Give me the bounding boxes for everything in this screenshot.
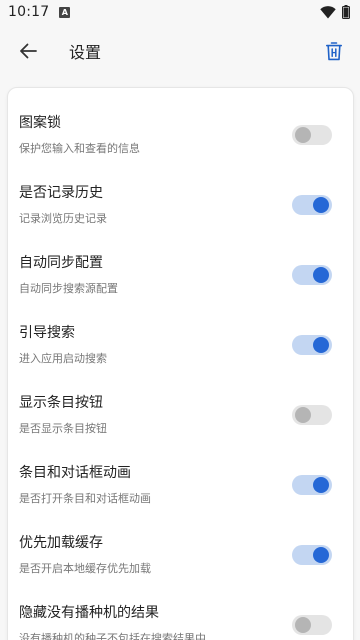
setting-title: 条目和对话框动画 [19, 465, 131, 481]
toggle-knob [313, 477, 329, 493]
page-title: 设置 [69, 43, 102, 62]
toggle-switch[interactable] [292, 545, 332, 565]
setting-description: 保护您输入和查看的信息 [19, 142, 140, 155]
toggle-switch[interactable] [292, 405, 332, 425]
setting-title: 显示条目按钮 [19, 395, 103, 411]
setting-item-hide-no-seeders[interactable]: 隐藏没有播种机的结果 没有播种机的种子不包括在搜索结果中 [8, 588, 353, 640]
toggle-knob [295, 407, 311, 423]
setting-description: 是否显示条目按钮 [19, 422, 107, 435]
setting-title: 隐藏没有播种机的结果 [19, 605, 159, 621]
toggle-switch[interactable] [292, 265, 332, 285]
setting-description: 是否开启本地缓存优先加载 [19, 562, 151, 575]
toggle-knob [313, 337, 329, 353]
setting-description: 是否打开条目和对话框动画 [19, 492, 151, 505]
setting-description: 自动同步搜索源配置 [19, 282, 118, 295]
toggle-knob [295, 127, 311, 143]
delete-button[interactable] [308, 24, 360, 78]
setting-item-guided-search[interactable]: 引导搜索 进入应用启动搜索 [8, 308, 353, 378]
setting-item-record-history[interactable]: 是否记录历史 记录浏览历史记录 [8, 168, 353, 238]
app-bar: 设置 [0, 24, 360, 78]
setting-title: 优先加载缓存 [19, 535, 103, 551]
setting-title: 是否记录历史 [19, 185, 103, 201]
setting-description: 没有播种机的种子不包括在搜索结果中 [19, 632, 206, 640]
toggle-switch[interactable] [292, 195, 332, 215]
toggle-switch[interactable] [292, 125, 332, 145]
toggle-switch[interactable] [292, 335, 332, 355]
wifi-icon [320, 5, 336, 18]
setting-description: 进入应用启动搜索 [19, 352, 107, 365]
toggle-knob [313, 547, 329, 563]
status-icons [320, 5, 350, 19]
toggle-knob [313, 197, 329, 213]
back-button[interactable] [0, 24, 56, 78]
status-bar: 10:17 A [0, 0, 360, 24]
setting-title: 引导搜索 [19, 325, 75, 341]
setting-item-cache-first[interactable]: 优先加载缓存 是否开启本地缓存优先加载 [8, 518, 353, 588]
notification-a-icon: A [59, 6, 71, 18]
trash-icon [326, 41, 342, 60]
arrow-left-icon [20, 43, 37, 59]
setting-item-pattern-lock[interactable]: 图案锁 保护您输入和查看的信息 [8, 98, 353, 168]
toggle-knob [295, 617, 311, 633]
toggle-knob [313, 267, 329, 283]
status-time: 10:17 [8, 4, 50, 20]
toggle-switch[interactable] [292, 475, 332, 495]
setting-title: 自动同步配置 [19, 255, 103, 271]
battery-icon [342, 5, 350, 19]
setting-description: 记录浏览历史记录 [19, 212, 107, 225]
setting-item-show-entry-buttons[interactable]: 显示条目按钮 是否显示条目按钮 [8, 378, 353, 448]
setting-item-auto-sync[interactable]: 自动同步配置 自动同步搜索源配置 [8, 238, 353, 308]
settings-card: 图案锁 保护您输入和查看的信息 是否记录历史 记录浏览历史记录 自动同步配置 自… [7, 87, 354, 640]
toggle-switch[interactable] [292, 615, 332, 635]
setting-item-dialog-animation[interactable]: 条目和对话框动画 是否打开条目和对话框动画 [8, 448, 353, 518]
setting-title: 图案锁 [19, 115, 61, 131]
